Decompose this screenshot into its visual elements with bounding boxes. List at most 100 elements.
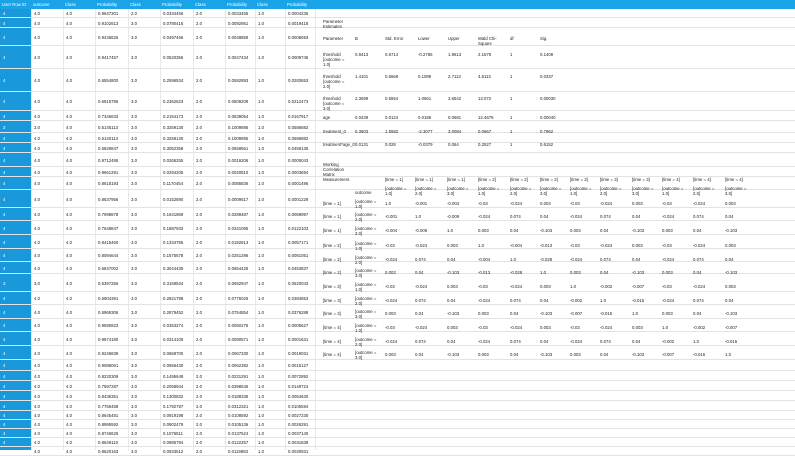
table-cell[interactable]: 0.8645481 bbox=[98, 413, 118, 418]
table-cell[interactable]: 2.0 bbox=[196, 323, 202, 328]
table-cell[interactable]: 0.0497466 bbox=[163, 35, 183, 40]
table-cell[interactable]: 0.0509209 bbox=[228, 99, 248, 104]
table-cell[interactable]: 2.0 bbox=[196, 212, 202, 217]
table-cell[interactable]: 4 bbox=[3, 21, 5, 26]
table-cell[interactable]: 4 bbox=[3, 394, 5, 399]
table-cell[interactable]: 1.0 bbox=[258, 374, 264, 379]
table-cell[interactable]: 4 bbox=[3, 146, 5, 151]
table-cell[interactable]: 4.0 bbox=[34, 413, 40, 418]
table-cell[interactable]: 0.0048859 bbox=[228, 35, 248, 40]
table-cell[interactable]: 4 bbox=[3, 253, 5, 258]
table-cell[interactable]: 0.8995592 bbox=[98, 422, 118, 427]
table-cell[interactable]: 0.9086061 bbox=[98, 363, 118, 368]
table-cell[interactable]: 0.0902479 bbox=[163, 422, 183, 427]
table-cell[interactable]: 4 bbox=[3, 266, 5, 271]
table-cell[interactable]: 1.0 bbox=[258, 337, 264, 342]
table-cell[interactable]: 2.0 bbox=[196, 413, 202, 418]
table-cell[interactable]: 0.0081051 bbox=[288, 253, 308, 258]
table-cell[interactable]: 3.0 bbox=[131, 431, 137, 436]
table-cell[interactable]: 0.1300832 bbox=[163, 394, 183, 399]
table-cell[interactable]: 4 bbox=[3, 422, 5, 427]
table-cell[interactable]: 4.0 bbox=[34, 431, 40, 436]
table-cell[interactable]: 3.0 bbox=[131, 266, 137, 271]
table-cell[interactable]: 3.0 bbox=[131, 351, 137, 356]
table-cell[interactable]: 4 bbox=[3, 35, 5, 40]
table-cell[interactable]: 0.0520356 bbox=[163, 55, 183, 60]
table-cell[interactable]: 0.0654425 bbox=[228, 266, 248, 271]
table-cell[interactable]: 4.0 bbox=[66, 11, 72, 16]
table-cell[interactable]: 2.0 bbox=[196, 35, 202, 40]
table-cell[interactable]: 0.0004236 bbox=[288, 11, 308, 16]
table-cell[interactable]: 4.0 bbox=[34, 266, 40, 271]
table-cell[interactable]: 4.0 bbox=[66, 125, 72, 130]
table-cell[interactable]: 0.6915795 bbox=[98, 99, 118, 104]
table-cell[interactable]: 2.0 bbox=[196, 170, 202, 175]
table-cell[interactable]: 0.0001496 bbox=[288, 181, 308, 186]
column-header[interactable]: Class bbox=[255, 0, 285, 9]
table-cell[interactable]: 0.2058944 bbox=[163, 384, 183, 389]
table-cell[interactable]: 4.0 bbox=[66, 384, 72, 389]
table-cell[interactable]: 4.0 bbox=[34, 394, 40, 399]
table-cell[interactable]: 4 bbox=[3, 240, 5, 245]
table-cell[interactable]: 0.0033455 bbox=[228, 11, 248, 16]
table-cell[interactable]: 0.9712495 bbox=[98, 158, 118, 163]
table-cell[interactable]: 2.0 bbox=[196, 158, 202, 163]
table-cell[interactable]: 2.0 bbox=[196, 404, 202, 409]
table-cell[interactable]: 0.0005043 bbox=[288, 158, 308, 163]
table-cell[interactable]: 2.0 bbox=[196, 197, 202, 202]
table-cell[interactable]: 0.0212473 bbox=[288, 99, 308, 104]
table-cell[interactable]: 4 bbox=[3, 55, 5, 60]
table-cell[interactable]: 0.0659561 bbox=[228, 146, 248, 151]
table-cell[interactable]: 0.0152890 bbox=[163, 197, 183, 202]
table-cell[interactable]: 2.0 bbox=[196, 363, 202, 368]
table-cell[interactable]: 4.0 bbox=[66, 404, 72, 409]
table-cell[interactable]: 4.0 bbox=[66, 55, 72, 60]
table-cell[interactable]: 4.0 bbox=[34, 35, 40, 40]
table-cell[interactable]: 4.0 bbox=[66, 323, 72, 328]
table-cell[interactable]: 1.0 bbox=[258, 404, 264, 409]
table-cell[interactable]: 0.0668700 bbox=[163, 351, 183, 356]
table-cell[interactable]: 4.0 bbox=[34, 99, 40, 104]
table-cell[interactable]: 2.0 bbox=[196, 226, 202, 231]
table-cell[interactable]: 4.0 bbox=[34, 296, 40, 301]
table-cell[interactable]: 0.0069997 bbox=[288, 212, 308, 217]
table-cell[interactable]: 3.0 bbox=[131, 337, 137, 342]
table-cell[interactable]: 0.9417457 bbox=[98, 55, 118, 60]
table-cell[interactable]: 0.9246839 bbox=[98, 351, 118, 356]
table-cell[interactable]: 4 bbox=[3, 212, 5, 217]
table-cell[interactable]: 2.0 bbox=[196, 99, 202, 104]
table-cell[interactable]: 0.0047434 bbox=[228, 55, 248, 60]
column-header[interactable]: Class bbox=[193, 0, 225, 9]
table-cell[interactable]: 4.0 bbox=[34, 363, 40, 368]
table-cell[interactable]: 3.0 bbox=[131, 78, 137, 83]
table-cell[interactable]: 1.0 bbox=[258, 170, 264, 175]
column-header[interactable]: outcome bbox=[31, 0, 63, 9]
table-cell[interactable]: 4.0 bbox=[34, 21, 40, 26]
table-cell[interactable]: 0.0090571 bbox=[228, 337, 248, 342]
table-cell[interactable]: 0.2154173 bbox=[163, 114, 183, 119]
table-cell[interactable]: 0.9102613 bbox=[98, 21, 118, 26]
table-cell[interactable]: 0.6554800 bbox=[98, 78, 118, 83]
table-cell[interactable]: 4.0 bbox=[66, 181, 72, 186]
table-cell[interactable]: 0.0656430 bbox=[163, 363, 183, 368]
table-cell[interactable]: 0.0026291 bbox=[288, 422, 308, 427]
table-cell[interactable]: 4.0 bbox=[66, 21, 72, 26]
table-cell[interactable]: 1.0 bbox=[258, 266, 264, 271]
table-cell[interactable]: 3 bbox=[3, 281, 5, 286]
table-cell[interactable]: 1.0 bbox=[258, 226, 264, 231]
table-cell[interactable]: 0.2879452 bbox=[163, 310, 183, 315]
table-cell[interactable]: 0.0353274 bbox=[163, 323, 183, 328]
table-cell[interactable]: 4.0 bbox=[66, 158, 72, 163]
table-cell[interactable]: 0.1334755 bbox=[163, 240, 183, 245]
table-cell[interactable]: 2.0 bbox=[196, 394, 202, 399]
table-cell[interactable]: 2.0 bbox=[196, 146, 202, 151]
table-cell[interactable]: 3.0 bbox=[131, 226, 137, 231]
table-cell[interactable]: 0.0341095 bbox=[228, 226, 248, 231]
table-cell[interactable]: 4 bbox=[3, 136, 5, 141]
table-cell[interactable]: 4.0 bbox=[66, 310, 72, 315]
table-cell[interactable]: 2.0 bbox=[196, 384, 202, 389]
table-cell[interactable]: 0.0015127 bbox=[288, 363, 308, 368]
table-cell[interactable]: 4.0 bbox=[66, 374, 72, 379]
table-cell[interactable]: 0.8094644 bbox=[98, 253, 118, 258]
table-cell[interactable]: 0.7648847 bbox=[98, 226, 118, 231]
